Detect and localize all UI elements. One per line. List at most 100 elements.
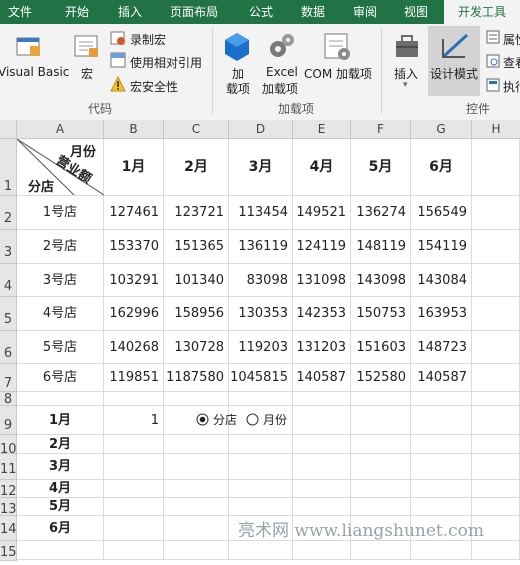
cell[interactable] — [164, 516, 229, 541]
select-all-corner[interactable] — [0, 120, 17, 139]
row-header[interactable]: 3 — [0, 230, 17, 264]
sales-value-cell[interactable]: 153370 — [104, 230, 164, 264]
sales-value-cell[interactable]: 156549 — [411, 196, 472, 230]
month-list-item[interactable]: 2月 — [17, 435, 104, 454]
store-name-cell[interactable]: 6号店 — [17, 364, 104, 392]
row-header[interactable]: 1 — [0, 139, 17, 196]
sales-value-cell[interactable]: 103291 — [104, 264, 164, 297]
com-addins-button[interactable]: COM 加载项 — [304, 65, 372, 82]
cell[interactable] — [293, 406, 351, 435]
cell[interactable] — [351, 392, 411, 406]
cell[interactable] — [104, 498, 164, 516]
cell[interactable] — [293, 392, 351, 406]
cell[interactable] — [293, 498, 351, 516]
cell[interactable] — [293, 541, 351, 560]
cell[interactable] — [411, 435, 472, 454]
excel-addins-button-line1[interactable]: Excel — [266, 65, 298, 79]
row-header[interactable]: 11 — [0, 454, 17, 480]
view-code-button[interactable]: 查看 — [503, 54, 520, 71]
cell[interactable] — [472, 498, 520, 516]
selected-index-cell[interactable]: 1 — [104, 406, 164, 435]
sales-value-cell[interactable]: 1187580 — [164, 364, 229, 392]
column-header-h[interactable]: H — [472, 120, 520, 139]
month-header-cell[interactable]: 4月 — [293, 139, 351, 196]
store-name-cell[interactable]: 1号店 — [17, 196, 104, 230]
row-header[interactable]: 4 — [0, 264, 17, 297]
cell[interactable] — [472, 406, 520, 435]
cell[interactable] — [104, 454, 164, 480]
sales-value-cell[interactable]: 83098 — [229, 264, 293, 297]
store-name-cell[interactable]: 2号店 — [17, 230, 104, 264]
sales-value-cell[interactable]: 152580 — [351, 364, 411, 392]
row-header[interactable]: 5 — [0, 297, 17, 331]
cell[interactable] — [472, 435, 520, 454]
cell[interactable] — [164, 454, 229, 480]
sales-value-cell[interactable]: 136274 — [351, 196, 411, 230]
cell[interactable] — [351, 541, 411, 560]
row-header[interactable]: 9 — [0, 406, 17, 435]
cell[interactable] — [164, 435, 229, 454]
cell[interactable] — [17, 392, 104, 406]
sales-value-cell[interactable]: 143084 — [411, 264, 472, 297]
sales-value-cell[interactable]: 101340 — [164, 264, 229, 297]
cell[interactable] — [293, 435, 351, 454]
record-macro-button[interactable]: 录制宏 — [130, 31, 166, 48]
tab-review[interactable]: 审阅 — [342, 0, 388, 24]
sales-value-cell[interactable]: 151365 — [164, 230, 229, 264]
cell[interactable] — [472, 392, 520, 406]
cell[interactable] — [472, 480, 520, 498]
sales-value-cell[interactable]: 130728 — [164, 331, 229, 364]
sales-value-cell[interactable]: 148723 — [411, 331, 472, 364]
sales-value-cell[interactable]: 131098 — [293, 264, 351, 297]
cell[interactable] — [351, 498, 411, 516]
sales-value-cell[interactable]: 143098 — [351, 264, 411, 297]
cell[interactable] — [411, 406, 472, 435]
macros-button[interactable]: 宏 — [81, 65, 93, 82]
month-list-item[interactable]: 4月 — [17, 480, 104, 498]
cell[interactable] — [472, 139, 520, 196]
cell[interactable] — [472, 230, 520, 264]
month-list-item[interactable]: 5月 — [17, 498, 104, 516]
cell[interactable] — [351, 454, 411, 480]
sales-value-cell[interactable]: 123721 — [164, 196, 229, 230]
tab-developer[interactable]: 开发工具 — [444, 0, 520, 24]
month-list-item[interactable]: 1月 — [17, 406, 104, 435]
month-header-cell[interactable]: 3月 — [229, 139, 293, 196]
sales-value-cell[interactable]: 148119 — [351, 230, 411, 264]
column-header-d[interactable]: D — [229, 120, 293, 139]
row-header[interactable]: 15 — [0, 541, 17, 561]
sales-value-cell[interactable]: 150753 — [351, 297, 411, 331]
cell[interactable] — [229, 454, 293, 480]
store-name-cell[interactable]: 3号店 — [17, 264, 104, 297]
radio-option-store[interactable]: 分店 — [196, 411, 237, 428]
cell[interactable] — [164, 392, 229, 406]
column-header-b[interactable]: B — [104, 120, 164, 139]
sales-value-cell[interactable]: 151603 — [351, 331, 411, 364]
diagonal-header-cell[interactable]: 月份 营业额 分店 — [17, 139, 104, 196]
row-header[interactable]: 14 — [0, 516, 17, 541]
month-header-cell[interactable]: 5月 — [351, 139, 411, 196]
radio-option-month[interactable]: 月份 — [246, 411, 287, 428]
sales-value-cell[interactable]: 140587 — [411, 364, 472, 392]
cell[interactable] — [229, 392, 293, 406]
cell[interactable] — [229, 435, 293, 454]
sales-value-cell[interactable]: 119203 — [229, 331, 293, 364]
cell[interactable] — [472, 331, 520, 364]
cell[interactable] — [164, 541, 229, 560]
cell[interactable] — [472, 264, 520, 297]
cell[interactable] — [293, 480, 351, 498]
cell[interactable] — [17, 541, 104, 560]
use-relative-references-button[interactable]: 使用相对引用 — [130, 54, 202, 71]
tab-insert[interactable]: 插入 — [105, 0, 155, 24]
sales-value-cell[interactable]: 124119 — [293, 230, 351, 264]
cell[interactable] — [411, 454, 472, 480]
cell[interactable] — [104, 480, 164, 498]
row-header[interactable]: 10 — [0, 435, 17, 457]
cell[interactable] — [411, 392, 472, 406]
column-header-f[interactable]: F — [351, 120, 411, 139]
column-header-c[interactable]: C — [164, 120, 229, 139]
cell[interactable] — [164, 480, 229, 498]
tab-home[interactable]: 开始 — [52, 0, 102, 24]
cell[interactable] — [164, 498, 229, 516]
cell[interactable] — [104, 541, 164, 560]
